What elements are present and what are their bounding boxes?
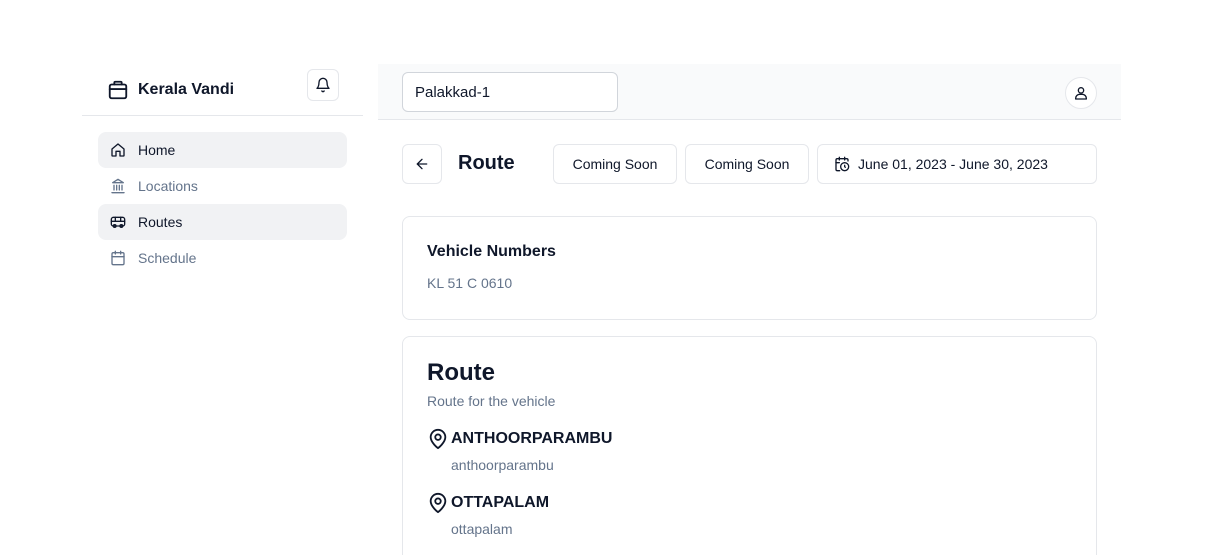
route-stop: ANTHOORPARAMBU anthoorparambu	[427, 427, 1072, 473]
calendar-clock-icon	[834, 156, 850, 172]
sidebar-item-schedule[interactable]: Schedule	[98, 240, 347, 276]
back-button[interactable]	[402, 144, 442, 184]
vehicle-number-value: KL 51 C 0610	[427, 275, 513, 291]
sidebar-nav: Home Locations Routes Schedule	[82, 116, 363, 276]
sidebar-item-home[interactable]: Home	[98, 132, 347, 168]
route-card-subtitle: Route for the vehicle	[427, 393, 556, 409]
coming-soon-button-2[interactable]: Coming Soon	[685, 144, 809, 184]
user-icon	[1075, 87, 1087, 100]
coming-soon-button[interactable]: Coming Soon	[553, 144, 677, 184]
sidebar-item-locations[interactable]: Locations	[98, 168, 347, 204]
map-pin-icon	[427, 427, 449, 451]
store-icon	[106, 78, 130, 102]
stop-subtitle: anthoorparambu	[451, 457, 554, 473]
home-icon	[110, 142, 126, 158]
arrow-left-icon	[416, 158, 428, 170]
bell-icon	[316, 77, 330, 93]
brand-row: Kerala Vandi	[82, 64, 363, 116]
notifications-button[interactable]	[307, 69, 339, 101]
vehicle-numbers-card: Vehicle Numbers KL 51 C 0610	[402, 216, 1097, 320]
page-title: Route	[458, 152, 515, 174]
app-root: Kerala Vandi Home Locations Routes Sched…	[0, 0, 1232, 555]
date-range-picker[interactable]: June 01, 2023 - June 30, 2023	[817, 144, 1097, 184]
store-select[interactable]: Palakkad-1	[402, 72, 618, 112]
sidebar-item-label: Schedule	[138, 250, 197, 266]
sidebar: Kerala Vandi Home Locations Routes Sched…	[82, 64, 363, 555]
route-card-title: Route	[427, 359, 495, 386]
route-card: Route Route for the vehicle ANTHOORPARAM…	[402, 336, 1097, 555]
landmark-icon	[110, 178, 126, 194]
bus-icon	[110, 214, 126, 230]
map-pin-icon	[427, 491, 449, 515]
route-stop: OTTAPALAM ottapalam	[427, 491, 1072, 537]
top-bar: Palakkad-1	[378, 64, 1121, 120]
stop-name: OTTAPALAM	[451, 494, 550, 511]
vehicle-numbers-heading: Vehicle Numbers	[427, 243, 556, 260]
sidebar-item-label: Routes	[138, 214, 183, 230]
date-range-label: June 01, 2023 - June 30, 2023	[858, 156, 1048, 172]
calendar-icon	[110, 250, 126, 266]
sidebar-item-routes[interactable]: Routes	[98, 204, 347, 240]
stop-name: ANTHOORPARAMBU	[451, 430, 613, 447]
user-menu-button[interactable]	[1065, 77, 1097, 109]
brand-name[interactable]: Kerala Vandi	[138, 81, 234, 99]
sidebar-item-label: Home	[138, 142, 176, 158]
stop-subtitle: ottapalam	[451, 521, 513, 537]
sidebar-item-label: Locations	[138, 178, 198, 194]
